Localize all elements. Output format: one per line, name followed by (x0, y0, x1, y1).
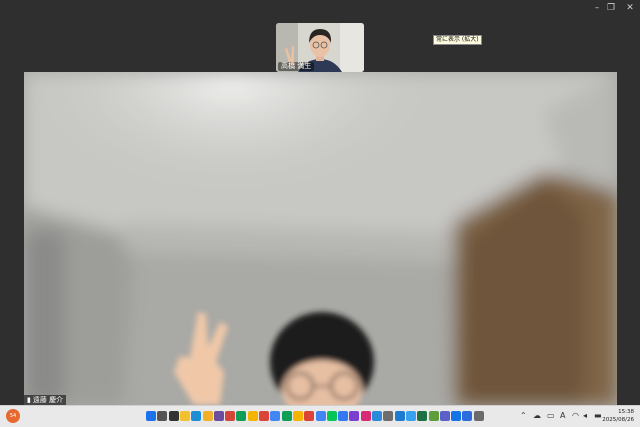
instagram-icon[interactable] (360, 411, 371, 421)
main-video-image (24, 72, 617, 405)
font-icon[interactable]: A (560, 410, 565, 422)
chrome-icon[interactable] (270, 411, 281, 421)
battery-icon[interactable]: ▬ (594, 410, 602, 422)
chrome-icon[interactable] (236, 411, 247, 421)
edge-icon[interactable] (191, 411, 202, 421)
weather-icon[interactable]: 54 (6, 409, 20, 423)
speaker-name: 遠藤 慶介 (32, 396, 64, 404)
minimize-icon[interactable]: – (590, 2, 604, 14)
wifi-icon[interactable]: ◠ (572, 410, 579, 422)
cloud-icon[interactable]: ☁ (533, 410, 541, 422)
meeting-window: – ❐ ✕ 高橋 満生 常に表示 (拡大) ▮ 遠藤 慶介 (0, 0, 640, 405)
signal-icon: ▮ (27, 396, 31, 404)
line-icon[interactable] (326, 411, 337, 421)
participant-name-label: 高橋 満生 (278, 62, 315, 71)
network-icon[interactable]: ▭ (547, 410, 555, 422)
participant-thumbnail[interactable]: 高橋 満生 (276, 23, 364, 72)
chrome-icon[interactable] (281, 411, 292, 421)
clock-date: 2025/08/26 (602, 417, 634, 423)
photos-icon[interactable] (394, 411, 405, 421)
app-icon[interactable] (428, 411, 439, 421)
excel-icon[interactable] (417, 411, 428, 421)
close-icon[interactable]: ✕ (623, 2, 637, 14)
task-view-icon[interactable] (168, 411, 179, 421)
app-icon[interactable] (213, 411, 224, 421)
app-icon[interactable] (349, 411, 360, 421)
chrome-icon[interactable] (225, 411, 236, 421)
app-icon[interactable] (473, 411, 484, 421)
app-icon[interactable] (451, 411, 462, 421)
speaker-name-label: ▮ 遠藤 慶介 (24, 395, 67, 405)
teams-icon[interactable] (439, 411, 450, 421)
clock-time: 15:38 (618, 409, 634, 415)
chrome-icon[interactable] (292, 411, 303, 421)
chrome-icon[interactable] (259, 411, 269, 421)
app-icon[interactable] (405, 411, 416, 421)
chrome-icon[interactable] (315, 411, 326, 421)
app-icon[interactable] (372, 411, 382, 421)
maximize-icon[interactable]: ❐ (604, 2, 618, 14)
chrome-icon[interactable] (247, 411, 258, 421)
search-icon[interactable] (157, 411, 168, 421)
start-icon[interactable] (146, 411, 156, 421)
main-video[interactable]: ▮ 遠藤 慶介 (24, 72, 617, 405)
chat-icon[interactable] (338, 411, 349, 421)
chevron-up-icon[interactable]: ⌃ (520, 410, 527, 422)
explorer-icon[interactable] (179, 411, 190, 421)
app-icon[interactable] (462, 411, 473, 421)
speaker-icon[interactable]: ◂ (583, 410, 587, 422)
tooltip: 常に表示 (拡大) (433, 35, 482, 45)
chrome-icon[interactable] (304, 411, 315, 421)
files-icon[interactable] (202, 411, 213, 421)
settings-icon[interactable] (383, 411, 394, 421)
taskbar: 54 ⌃ ☁ ▭ A ◠ ◂ ▬ 15:38 2025/08/26 (0, 405, 640, 427)
clock[interactable]: 15:38 2025/08/26 (602, 408, 634, 424)
